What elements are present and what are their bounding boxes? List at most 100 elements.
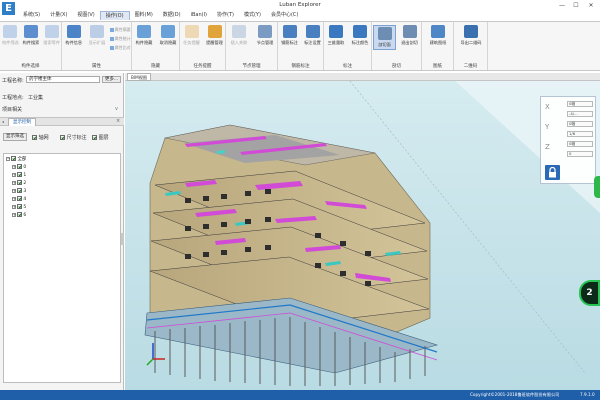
- ribbon-button-7-0[interactable]: 剖切面: [373, 25, 396, 50]
- ribbon-group-label: 任务提醒: [193, 64, 212, 69]
- ribbon-button-7-1[interactable]: 退出剖切: [398, 25, 421, 46]
- bim-3d-viewport[interactable]: [125, 73, 600, 390]
- check-item-1[interactable]: 尺寸标注: [60, 134, 87, 141]
- ribbon-button-5-1[interactable]: 标注设置: [302, 25, 323, 46]
- minimize-button[interactable]: —: [555, 1, 569, 10]
- ribbon-button-4-1[interactable]: 节点管理: [253, 25, 277, 46]
- tree-floor-item[interactable]: + 0: [12, 164, 26, 171]
- ribbon-group-8: 建筑图纸 图纸: [422, 22, 454, 70]
- section-nav-tool: X 0轴 -4/... Y 0轴 1/6 Z 0轴 0: [540, 96, 596, 184]
- ribbon-button-6-0[interactable]: 三维量取: [325, 25, 347, 46]
- tree-root[interactable]: − 全部: [6, 156, 26, 163]
- ribbon-group-0: 构件筛选 构件搜索 搜索等件 构件选择: [0, 22, 62, 70]
- lock-icon: [548, 166, 557, 180]
- ribbon-small-button-0[interactable]: 属性摘要: [109, 27, 131, 33]
- side-expand-tab[interactable]: [594, 176, 600, 198]
- ribbon-group-label: 剖切: [392, 64, 401, 69]
- checkbox-icon[interactable]: [11, 156, 16, 161]
- close-button[interactable]: ✕: [584, 1, 598, 10]
- checkbox-icon[interactable]: [17, 164, 22, 169]
- menu-item-2[interactable]: 视图(V): [72, 11, 99, 20]
- checkbox-icon[interactable]: [60, 135, 65, 140]
- menu-item-7[interactable]: 协作(T): [212, 11, 239, 20]
- expand-icon[interactable]: +: [12, 164, 16, 169]
- ribbon-group-label: 隐藏: [151, 64, 160, 69]
- ribbon-button-3-0[interactable]: 任务提醒: [181, 25, 202, 46]
- ribbon-button-label: 三维量取: [327, 40, 345, 45]
- ribbon-button-2-1[interactable]: 取消隐藏: [157, 25, 179, 46]
- checkbox-icon[interactable]: [17, 196, 22, 201]
- lock-button[interactable]: [545, 165, 560, 180]
- menu-item-1[interactable]: 计量(X): [45, 11, 72, 20]
- check-item-2[interactable]: 图层: [92, 134, 109, 141]
- tree-floor-item[interactable]: + 2: [12, 180, 26, 187]
- menu-item-9[interactable]: 会员中心(C): [266, 11, 303, 20]
- ribbon-button-4-0[interactable]: 插入关联: [227, 25, 251, 46]
- ribbon-button-1-1[interactable]: 显示扩展: [86, 25, 107, 46]
- ribbon-button-1-0[interactable]: 构件信息: [63, 25, 84, 46]
- ribbon-tool-icon: [353, 25, 367, 38]
- nav-value-field[interactable]: 0轴: [567, 101, 593, 107]
- check-item-0[interactable]: 轴网: [32, 134, 49, 141]
- expand-icon[interactable]: +: [12, 180, 16, 185]
- menu-item-5[interactable]: 数据(D): [158, 11, 186, 20]
- checkbox-icon[interactable]: [92, 135, 97, 140]
- tab-display-control[interactable]: 显示控制: [8, 118, 36, 126]
- nav-value-field[interactable]: 0轴: [567, 141, 593, 147]
- nav-value-field[interactable]: 1/6: [567, 131, 593, 137]
- display-filter-button[interactable]: 显示筛选: [3, 133, 27, 141]
- more-button[interactable]: 更多...: [102, 76, 121, 83]
- expand-icon[interactable]: +: [12, 204, 16, 209]
- checkbox-icon[interactable]: [17, 204, 22, 209]
- floating-badge[interactable]: 2: [579, 280, 600, 306]
- menu-item-4[interactable]: 图料(M): [130, 11, 158, 20]
- ribbon-button-9-0[interactable]: 导出二维码: [455, 25, 487, 46]
- ribbon-button-0-0[interactable]: 构件筛选: [1, 25, 20, 46]
- ribbon-tool-icon: [377, 27, 392, 40]
- project-name-field[interactable]: 药学楼主体: [26, 76, 100, 83]
- expand-icon[interactable]: +: [12, 172, 16, 177]
- splitter-handle[interactable]: [121, 233, 124, 245]
- chevron-down-icon[interactable]: v: [115, 106, 118, 112]
- nav-value-field[interactable]: -4/...: [567, 111, 593, 117]
- tab-bim-view[interactable]: BIM视图: [127, 73, 152, 81]
- panel-close-icon[interactable]: ×: [116, 118, 120, 124]
- expand-icon[interactable]: +: [12, 188, 16, 193]
- project-location-value: 工业集: [28, 95, 44, 101]
- ribbon-button-5-0[interactable]: 钢筋标注: [279, 25, 300, 46]
- pin-icon[interactable]: ◂: [2, 119, 4, 124]
- ribbon-button-3-1[interactable]: 提醒管理: [204, 25, 225, 46]
- ribbon-button-6-1[interactable]: 标注颜色: [349, 25, 371, 46]
- tree-floor-item[interactable]: + 6: [12, 212, 26, 219]
- ribbon-button-0-1[interactable]: 构件搜索: [22, 25, 41, 46]
- menu-item-8[interactable]: 模式(Y): [239, 11, 266, 20]
- collapse-icon[interactable]: −: [6, 156, 10, 161]
- ribbon-button-2-0[interactable]: 构件隐藏: [133, 25, 155, 46]
- maximize-button[interactable]: ☐: [569, 1, 583, 10]
- small-tool-icon: [109, 46, 114, 50]
- ribbon-small-button-2[interactable]: 属性比对: [109, 45, 131, 51]
- ribbon-button-8-0[interactable]: 建筑图纸: [423, 25, 453, 46]
- project-location-label: 工程地点:: [2, 95, 24, 101]
- ribbon-button-0-2[interactable]: 搜索等件: [42, 25, 61, 46]
- checkbox-icon[interactable]: [17, 180, 22, 185]
- menu-item-6[interactable]: iBan(I): [186, 11, 212, 20]
- project-related-label[interactable]: 项目相关: [2, 106, 22, 113]
- nav-value-field[interactable]: 0: [567, 151, 593, 157]
- nav-value-field[interactable]: 0轴: [567, 121, 593, 127]
- expand-icon[interactable]: +: [12, 196, 16, 201]
- tree-floor-item[interactable]: + 3: [12, 188, 26, 195]
- tree-floor-item[interactable]: + 4: [12, 196, 26, 203]
- checkbox-icon[interactable]: [32, 135, 37, 140]
- ribbon-tool-icon: [464, 25, 478, 38]
- expand-icon[interactable]: +: [12, 212, 16, 217]
- tree-floor-item[interactable]: + 5: [12, 204, 26, 211]
- checkbox-icon[interactable]: [17, 172, 22, 177]
- checkbox-icon[interactable]: [17, 212, 22, 217]
- ribbon-button-label: 构件搜索: [22, 40, 40, 45]
- checkbox-icon[interactable]: [17, 188, 22, 193]
- ribbon-small-button-1[interactable]: 属性统计: [109, 36, 131, 42]
- menu-item-3[interactable]: 操作(O): [99, 11, 130, 20]
- tree-floor-item[interactable]: + 1: [12, 172, 26, 179]
- menu-item-0[interactable]: 系统(S): [18, 11, 45, 20]
